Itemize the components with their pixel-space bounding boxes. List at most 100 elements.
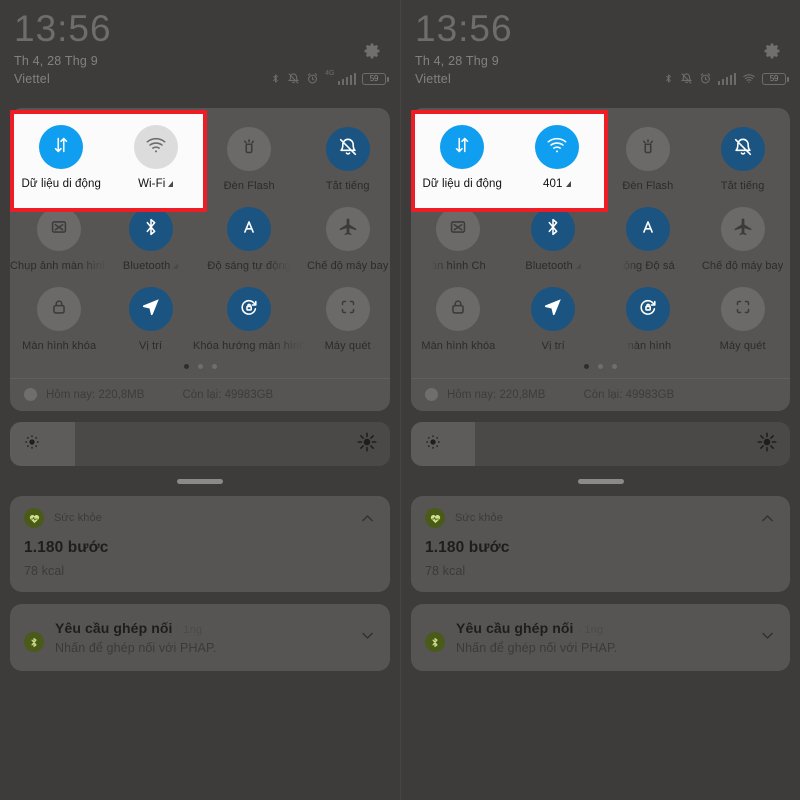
bell-off-icon bbox=[337, 136, 359, 163]
qs-tile-circle-airplane-mode[interactable] bbox=[720, 207, 765, 251]
qs-tile-airplane-mode[interactable]: Chế độ máy bay bbox=[695, 200, 790, 280]
qs-tile-circle-lock-screen[interactable] bbox=[436, 287, 481, 331]
notification-title: Yêu cầu ghép nối · 1ng bbox=[456, 620, 604, 636]
qs-tile-circle-screenshot[interactable] bbox=[436, 207, 481, 251]
qs-tile-circle-location[interactable] bbox=[128, 287, 173, 331]
brightness-slider[interactable] bbox=[10, 422, 390, 466]
data-usage-bar[interactable]: Hôm nay: 220,8MB Còn lại: 49983GB bbox=[411, 378, 790, 411]
qs-tile-rotation-lock[interactable]: Khóa hướng màn hình bbox=[193, 280, 306, 360]
qs-tile-scanner[interactable]: Máy quét bbox=[695, 280, 790, 360]
qs-tile-bluetooth[interactable]: Bluetooth bbox=[108, 200, 193, 280]
qs-tile-circle-screenshot[interactable] bbox=[37, 207, 82, 251]
drag-handle[interactable] bbox=[577, 479, 624, 484]
location-arrow-icon bbox=[542, 296, 564, 323]
qs-tile-rotation-lock[interactable]: màn hình bbox=[601, 280, 696, 360]
pager-dot[interactable] bbox=[612, 364, 617, 369]
screenshot-stage: 13:56 Th 4, 28 Thg 9 Viettel 4G 59 Dữ li… bbox=[0, 0, 800, 800]
qs-tile-label-mobile-data: Dữ liệu di động bbox=[21, 178, 102, 190]
pager-dot[interactable] bbox=[584, 364, 589, 369]
flashlight-icon bbox=[637, 136, 659, 163]
qs-tile-auto-brightness[interactable]: lộng Độ sá bbox=[601, 200, 696, 280]
qs-tile-screenshot[interactable]: àn hình Ch bbox=[411, 200, 506, 280]
heart-pulse-icon bbox=[24, 508, 44, 528]
qs-tile-circle-scanner[interactable] bbox=[720, 287, 765, 331]
qs-tile-circle-lock-screen[interactable] bbox=[37, 287, 82, 331]
qs-tile-auto-brightness[interactable]: Độ sáng tự động bbox=[193, 200, 306, 280]
chevron-up-icon[interactable] bbox=[359, 510, 376, 532]
chevron-down-icon[interactable] bbox=[359, 627, 376, 649]
notification-bluetooth-pairing[interactable]: Yêu cầu ghép nối · 1ng Nhấn để ghép nối … bbox=[10, 604, 390, 671]
qs-tile-circle-auto-brightness[interactable] bbox=[227, 207, 272, 251]
brightness-slider[interactable] bbox=[411, 422, 790, 466]
qs-tile-flashlight[interactable]: Đèn Flash bbox=[601, 120, 696, 200]
airplane-icon bbox=[732, 216, 754, 243]
qs-tile-circle-wifi[interactable] bbox=[534, 125, 579, 169]
qs-tile-label-location: Vị trí bbox=[541, 340, 565, 352]
notification-health[interactable]: Sức khỏe 1.180 bước 78 kcal bbox=[10, 496, 390, 592]
qs-tile-silent[interactable]: Tắt tiếng bbox=[305, 120, 390, 200]
qs-tile-circle-flashlight[interactable] bbox=[227, 127, 272, 171]
qs-tile-circle-rotation-lock[interactable] bbox=[625, 287, 670, 331]
qs-tile-label-auto-brightness: Độ sáng tự động bbox=[207, 260, 291, 272]
qs-tile-circle-bluetooth[interactable] bbox=[128, 207, 173, 251]
qs-tile-circle-silent[interactable] bbox=[325, 127, 370, 171]
qs-tile-label-airplane-mode: Chế độ máy bay bbox=[306, 260, 389, 272]
gear-icon[interactable] bbox=[362, 41, 382, 61]
qs-tile-circle-flashlight[interactable] bbox=[625, 127, 670, 171]
auto-a-icon bbox=[238, 216, 260, 243]
notification-text: Yêu cầu ghép nối · 1ng Nhấn để ghép nối … bbox=[55, 620, 216, 655]
pager-dot[interactable] bbox=[211, 364, 217, 369]
wifi-icon bbox=[546, 134, 568, 161]
qs-tile-label-bluetooth: Bluetooth bbox=[525, 260, 581, 272]
qs-tile-lock-screen[interactable]: Màn hình khóa bbox=[411, 280, 506, 360]
qs-tile-mobile-data[interactable]: Dữ liệu di động bbox=[14, 114, 109, 198]
qs-tile-label-scanner: Máy quét bbox=[719, 340, 766, 352]
qs-tile-label-silent: Tắt tiếng bbox=[720, 180, 765, 192]
qs-tile-silent[interactable]: Tắt tiếng bbox=[695, 120, 790, 200]
chevron-up-icon[interactable] bbox=[759, 510, 776, 532]
qs-tile-label-screenshot: Chụp ảnh màn hình bbox=[10, 260, 109, 272]
qs-tile-flashlight[interactable]: Đèn Flash bbox=[193, 120, 306, 200]
flashlight-icon bbox=[238, 136, 260, 163]
pager-dot[interactable] bbox=[183, 364, 189, 369]
qs-tile-lock-screen[interactable]: Màn hình khóa bbox=[10, 280, 108, 360]
gear-icon[interactable] bbox=[762, 41, 782, 61]
qs-tile-scanner[interactable]: Máy quét bbox=[305, 280, 390, 360]
qs-tile-mobile-data[interactable]: Dữ liệu di động bbox=[415, 114, 510, 198]
drag-handle[interactable] bbox=[177, 479, 223, 484]
qs-tile-label-auto-brightness: lộng Độ sá bbox=[621, 260, 675, 272]
qs-tile-wifi[interactable]: Wi-Fi bbox=[109, 114, 204, 198]
qs-tile-circle-airplane-mode[interactable] bbox=[325, 207, 370, 251]
qs-tile-circle-rotation-lock[interactable] bbox=[227, 287, 272, 331]
qs-tile-circle-silent[interactable] bbox=[720, 127, 765, 171]
qs-tile-location[interactable]: Vị trí bbox=[108, 280, 193, 360]
qs-tile-circle-auto-brightness[interactable] bbox=[625, 207, 670, 251]
brightness-fill bbox=[411, 422, 476, 466]
tile-caret-icon bbox=[575, 263, 581, 269]
notification-subtitle: 78 kcal bbox=[425, 564, 466, 578]
notification-bluetooth-pairing[interactable]: Yêu cầu ghép nối · 1ng Nhấn để ghép nối … bbox=[411, 604, 790, 671]
data-usage-bar[interactable]: Hôm nay: 220,8MB Còn lại: 49983GB bbox=[10, 378, 390, 411]
qs-tile-bluetooth[interactable]: Bluetooth bbox=[506, 200, 601, 280]
lock-icon bbox=[447, 296, 469, 323]
notification-health[interactable]: Sức khỏe 1.180 bước 78 kcal bbox=[411, 496, 790, 592]
qs-tile-screenshot[interactable]: Chụp ảnh màn hình bbox=[10, 200, 108, 280]
qs-tile-circle-mobile-data[interactable] bbox=[39, 125, 84, 169]
qs-tile-label-scanner: Máy quét bbox=[324, 340, 371, 352]
bluetooth-icon bbox=[24, 632, 44, 652]
qs-tile-wifi[interactable]: 401 bbox=[510, 114, 605, 198]
qs-tile-circle-bluetooth[interactable] bbox=[531, 207, 576, 251]
chevron-down-icon[interactable] bbox=[759, 627, 776, 649]
qs-tile-circle-location[interactable] bbox=[531, 287, 576, 331]
qs-tile-circle-scanner[interactable] bbox=[325, 287, 370, 331]
qs-tile-label-silent: Tắt tiếng bbox=[325, 180, 370, 192]
qs-tile-circle-mobile-data[interactable] bbox=[440, 125, 485, 169]
screenshot-icon bbox=[48, 216, 70, 243]
qs-tile-location[interactable]: Vị trí bbox=[506, 280, 601, 360]
notification-title: 1.180 bước bbox=[425, 539, 510, 556]
airplane-icon bbox=[337, 216, 359, 243]
pager-dot[interactable] bbox=[197, 364, 203, 369]
pager-dot[interactable] bbox=[598, 364, 603, 369]
qs-tile-circle-wifi[interactable] bbox=[133, 125, 178, 169]
qs-tile-airplane-mode[interactable]: Chế độ máy bay bbox=[305, 200, 390, 280]
